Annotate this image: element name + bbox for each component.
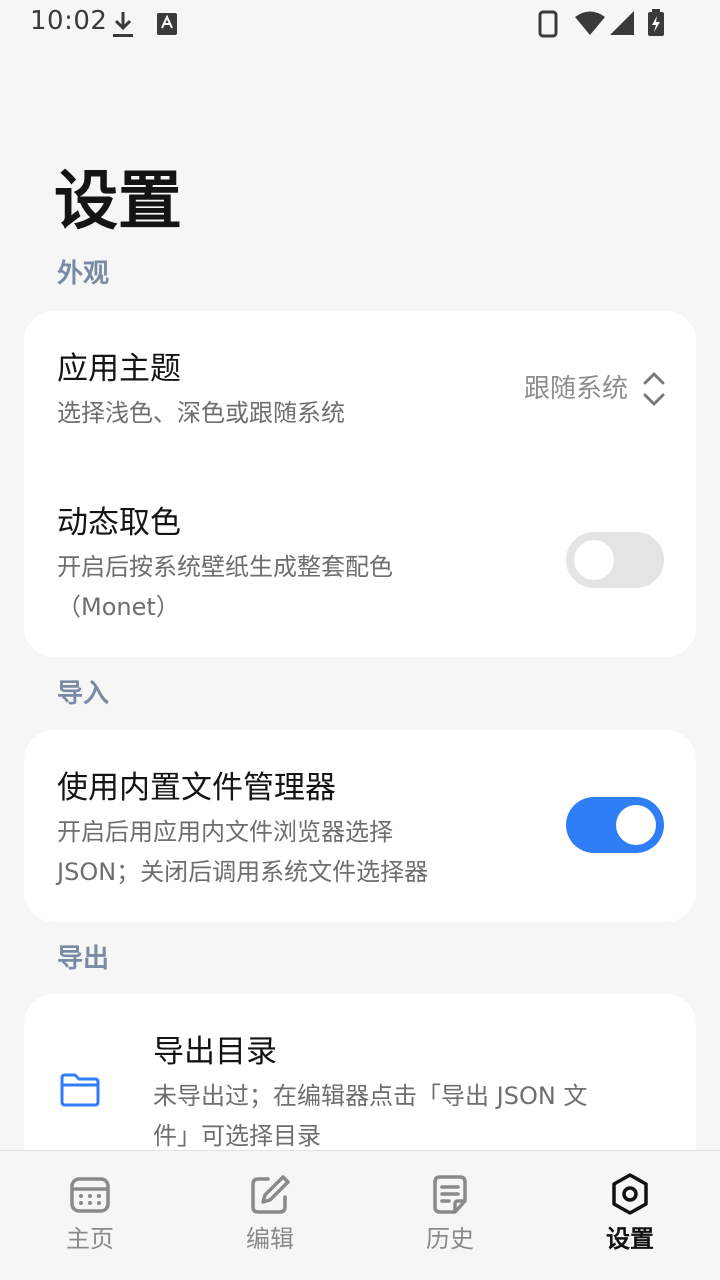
toggle-knob — [574, 540, 614, 580]
dynamic-color-title: 动态取色 — [57, 505, 181, 541]
folder-icon — [60, 1073, 100, 1107]
theme-value: 跟随系统 — [523, 374, 628, 404]
keyboard-a-icon — [157, 13, 177, 35]
builtin-file-manager-toggle[interactable] — [566, 797, 664, 853]
settings-icon — [612, 1173, 648, 1215]
theme-row[interactable]: 应用主题 选择浅色、深色或跟随系统 跟随系统 — [24, 311, 696, 461]
export-directory-subtitle-line1: 未导出过；在编辑器点击「导出 JSON 文 — [153, 1082, 588, 1110]
import-card: 使用内置文件管理器 开启后用应用内文件浏览器选择 JSON；关闭后调用系统文件选… — [24, 730, 696, 922]
nav-label-home: 主页 — [66, 1225, 114, 1253]
battery-charging-icon — [648, 9, 664, 36]
dynamic-color-subtitle-line1: 开启后按系统壁纸生成整套配色 — [57, 553, 393, 581]
theme-subtitle: 选择浅色、深色或跟随系统 — [57, 399, 345, 427]
nav-item-settings[interactable]: 设置 — [540, 1151, 720, 1280]
download-icon — [113, 12, 133, 37]
dynamic-color-toggle[interactable] — [566, 532, 664, 588]
nav-label-history: 历史 — [426, 1225, 474, 1253]
settings-screen: 10:02 设置 外观 应用主题 选择浅色、深色或跟随系统 跟随系统 动态取色 … — [0, 0, 720, 1280]
section-label-export: 导出 — [57, 944, 110, 974]
section-label-appearance: 外观 — [57, 259, 110, 289]
calendar-icon — [70, 1177, 110, 1213]
dynamic-color-subtitle-line2: （Monet） — [57, 593, 180, 621]
nav-item-history[interactable]: 历史 — [360, 1151, 540, 1280]
phone-icon — [538, 10, 558, 38]
status-time: 10:02 — [30, 6, 108, 36]
page-title: 设置 — [54, 165, 182, 239]
builtin-file-manager-subtitle-line1: 开启后用应用内文件浏览器选择 — [57, 818, 393, 846]
builtin-file-manager-subtitle-line2: JSON；关闭后调用系统文件选择器 — [57, 858, 429, 886]
nav-item-edit[interactable]: 编辑 — [180, 1151, 360, 1280]
nav-item-home[interactable]: 主页 — [0, 1151, 180, 1280]
theme-title: 应用主题 — [57, 351, 181, 387]
cellular-signal-icon — [610, 11, 634, 35]
status-bar: 10:02 — [0, 0, 720, 48]
dynamic-color-row: 动态取色 开启后按系统壁纸生成整套配色 （Monet） — [24, 487, 696, 637]
document-icon — [433, 1175, 467, 1214]
bottom-navigation: 主页 编辑 历史 设置 — [0, 1150, 720, 1280]
wifi-icon — [575, 11, 605, 35]
section-label-import: 导入 — [57, 679, 110, 709]
nav-label-settings: 设置 — [606, 1225, 654, 1253]
nav-label-edit: 编辑 — [246, 1225, 294, 1253]
toggle-knob — [616, 805, 656, 845]
export-directory-title: 导出目录 — [153, 1034, 277, 1070]
builtin-file-manager-title: 使用内置文件管理器 — [57, 770, 336, 806]
chevron-up-down-icon — [643, 372, 665, 406]
appearance-card: 应用主题 选择浅色、深色或跟随系统 跟随系统 动态取色 开启后按系统壁纸生成整套… — [24, 311, 696, 657]
edit-icon — [251, 1175, 290, 1214]
